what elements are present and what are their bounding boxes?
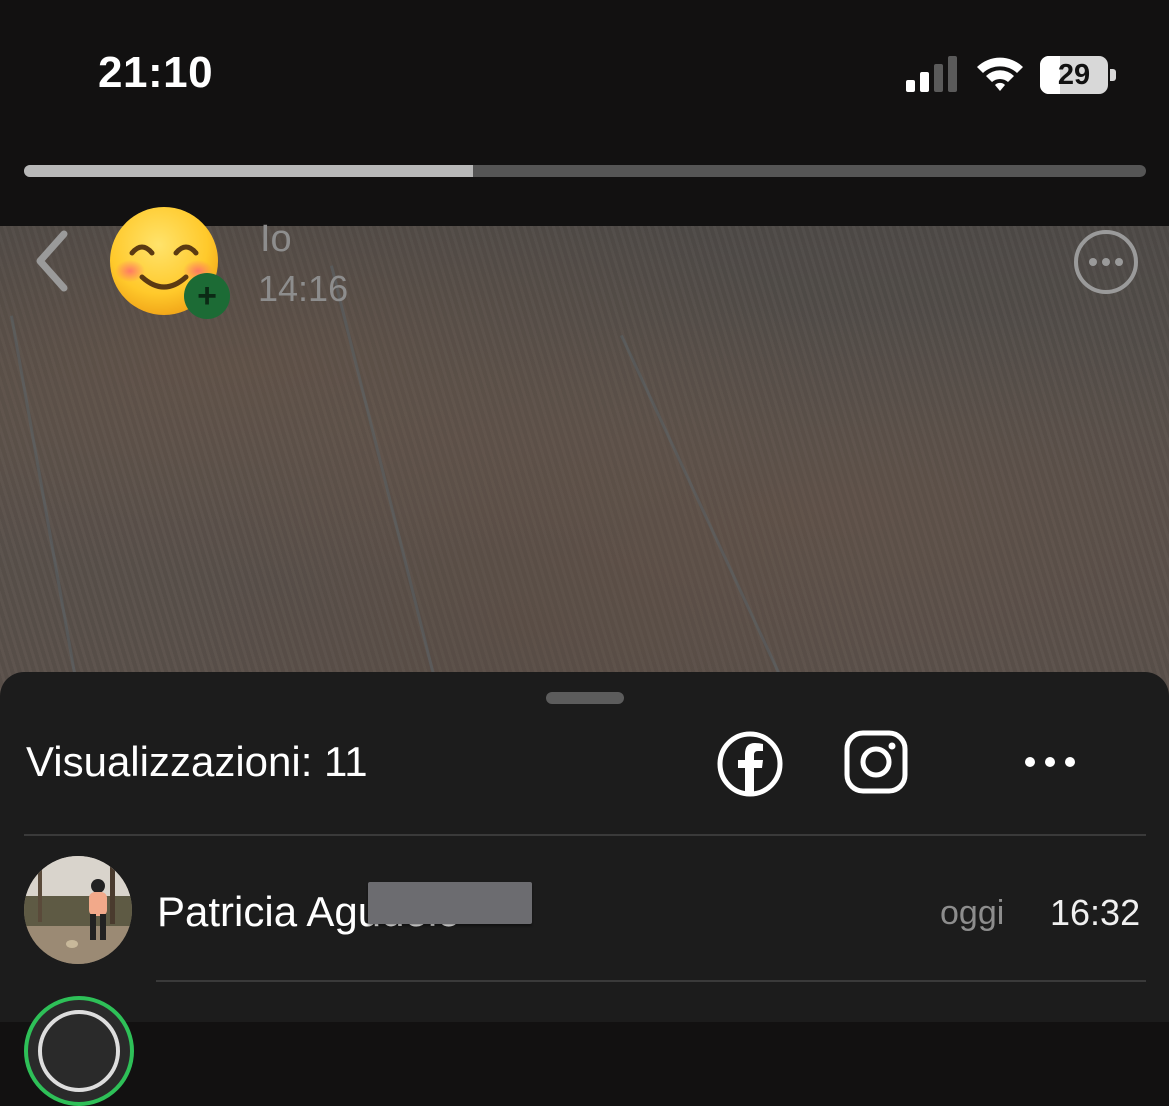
instagram-icon[interactable] (844, 730, 908, 794)
status-bar: 21:10 29 (0, 0, 1169, 177)
more-options-icon[interactable] (1073, 229, 1139, 295)
wifi-icon (977, 57, 1023, 91)
back-chevron-icon[interactable] (28, 228, 78, 294)
sheet-divider (24, 834, 1146, 836)
story-post-time: 14:16 (258, 268, 349, 309)
viewer-avatar-story-ring[interactable] (24, 996, 134, 1106)
viewer-avatar (24, 856, 132, 964)
sheet-drag-handle[interactable] (546, 692, 624, 704)
story-progress-bar (24, 165, 1146, 177)
facebook-icon[interactable] (716, 730, 784, 798)
viewers-sheet: Visualizzazioni: 11 Patricia Agudelo ogg… (0, 672, 1169, 1106)
status-time: 21:10 (98, 48, 214, 97)
viewer-view-day: oggi (940, 894, 1005, 932)
battery-icon: 29 (1040, 56, 1116, 94)
story-progress-fill (24, 165, 473, 177)
more-dots-icon[interactable] (1020, 744, 1080, 780)
row-divider (156, 980, 1146, 982)
viewer-view-time: 16:32 (1050, 892, 1141, 933)
signal-icon (906, 56, 957, 92)
story-owner-name: Io (260, 218, 292, 260)
battery-percentage: 29 (1057, 59, 1091, 91)
redaction-box (368, 882, 532, 924)
views-count-label: Visualizzazioni: 11 (26, 738, 368, 785)
add-badge-icon: + (184, 273, 230, 319)
